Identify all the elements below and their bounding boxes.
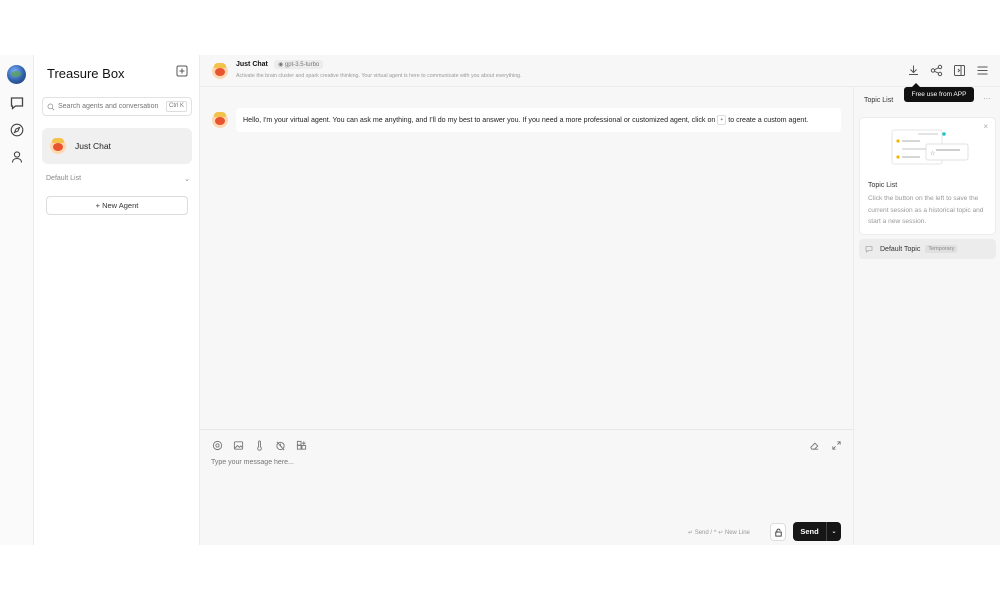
message-text-after: to create a custom agent. <box>728 116 809 124</box>
eraser-icon[interactable] <box>809 440 820 451</box>
message-icon <box>865 246 873 253</box>
user-avatar[interactable] <box>7 65 26 84</box>
nav-rail <box>0 55 34 545</box>
session-item-just-chat[interactable]: Just Chat <box>42 128 192 164</box>
message-input[interactable] <box>211 459 831 509</box>
share-icon[interactable] <box>930 64 943 77</box>
session-sidebar: Treasure Box Ctrl K Just Chat Default Li… <box>34 55 200 545</box>
assistant-message: Hello, I'm your virtual agent. You can a… <box>236 108 841 132</box>
search-input[interactable] <box>58 103 158 110</box>
app-window: Treasure Box Ctrl K Just Chat Default Li… <box>0 55 1000 545</box>
chat-icon[interactable] <box>9 95 25 111</box>
compass-icon[interactable] <box>9 122 25 138</box>
image-upload-icon[interactable] <box>233 440 244 451</box>
topic-illustration: ☆ <box>891 129 969 165</box>
expand-icon[interactable] <box>831 440 842 451</box>
topic-name: Default Topic <box>880 245 921 253</box>
close-icon[interactable]: × <box>983 122 988 131</box>
agent-avatar[interactable] <box>212 63 228 79</box>
message-text-before: Hello, I'm your virtual agent. You can a… <box>243 116 716 124</box>
temperature-icon[interactable] <box>254 440 265 451</box>
send-label: Send <box>800 527 819 536</box>
model-settings-icon[interactable] <box>212 440 223 451</box>
header-toolbar <box>853 55 1000 87</box>
agent-avatar <box>50 138 66 154</box>
topic-guide-card: × ☆ Topic List Click the button on the l… <box>859 117 996 235</box>
session-label: Just Chat <box>75 141 111 151</box>
sidebar-title: Treasure Box <box>47 66 125 81</box>
send-button[interactable]: Send ⌄ <box>793 522 841 541</box>
message-avatar <box>212 112 228 128</box>
svg-text:☆: ☆ <box>930 150 935 157</box>
group-label: Default List <box>46 175 82 182</box>
new-agent-button[interactable]: + New Agent <box>46 196 188 215</box>
lock-icon[interactable] <box>770 523 786 541</box>
download-tooltip: Free use from APP <box>904 83 974 102</box>
download-icon[interactable] <box>907 64 920 77</box>
card-text: Click the button on the left to save the… <box>868 195 984 225</box>
card-title: Topic List <box>868 182 898 189</box>
menu-icon[interactable] <box>976 64 989 77</box>
search-box[interactable]: Ctrl K <box>42 97 192 116</box>
model-badge[interactable]: ◉ gpt-3.5-turbo <box>274 60 324 69</box>
input-area: ↵ Send / ^ ↵ New Line Send ⌄ <box>200 429 853 545</box>
inline-add-tag: + <box>717 115 727 126</box>
new-chat-icon[interactable] <box>175 64 189 78</box>
search-icon <box>47 103 55 110</box>
send-hint: ↵ Send / ^ ↵ New Line <box>688 530 750 536</box>
plugins-icon[interactable] <box>296 440 307 451</box>
side-panel-icon[interactable] <box>953 64 966 77</box>
user-icon[interactable] <box>9 149 25 165</box>
topic-list-heading: Topic List <box>864 97 894 104</box>
chevron-down-icon[interactable]: ⌄ <box>827 528 841 535</box>
group-header-default-list[interactable]: Default List ⌄ <box>46 175 190 183</box>
chat-title: Just Chat <box>236 61 268 68</box>
chat-panel: Just Chat ◉ gpt-3.5-turbo Activate the b… <box>200 55 853 545</box>
topic-item-default[interactable]: Default Topic Temporary <box>859 239 996 259</box>
topic-panel: Topic List ··· × ☆ Topic List Click the … <box>853 87 1000 545</box>
history-off-icon[interactable] <box>275 440 286 451</box>
chevron-down-icon: ⌄ <box>184 176 190 183</box>
more-icon[interactable]: ··· <box>983 94 991 103</box>
topic-tag: Temporary <box>925 245 958 253</box>
chat-header: Just Chat ◉ gpt-3.5-turbo Activate the b… <box>200 55 853 87</box>
model-name: gpt-3.5-turbo <box>284 62 320 68</box>
chat-description: Activate the brain cluster and spark cre… <box>236 73 522 79</box>
search-shortcut: Ctrl K <box>166 101 187 112</box>
